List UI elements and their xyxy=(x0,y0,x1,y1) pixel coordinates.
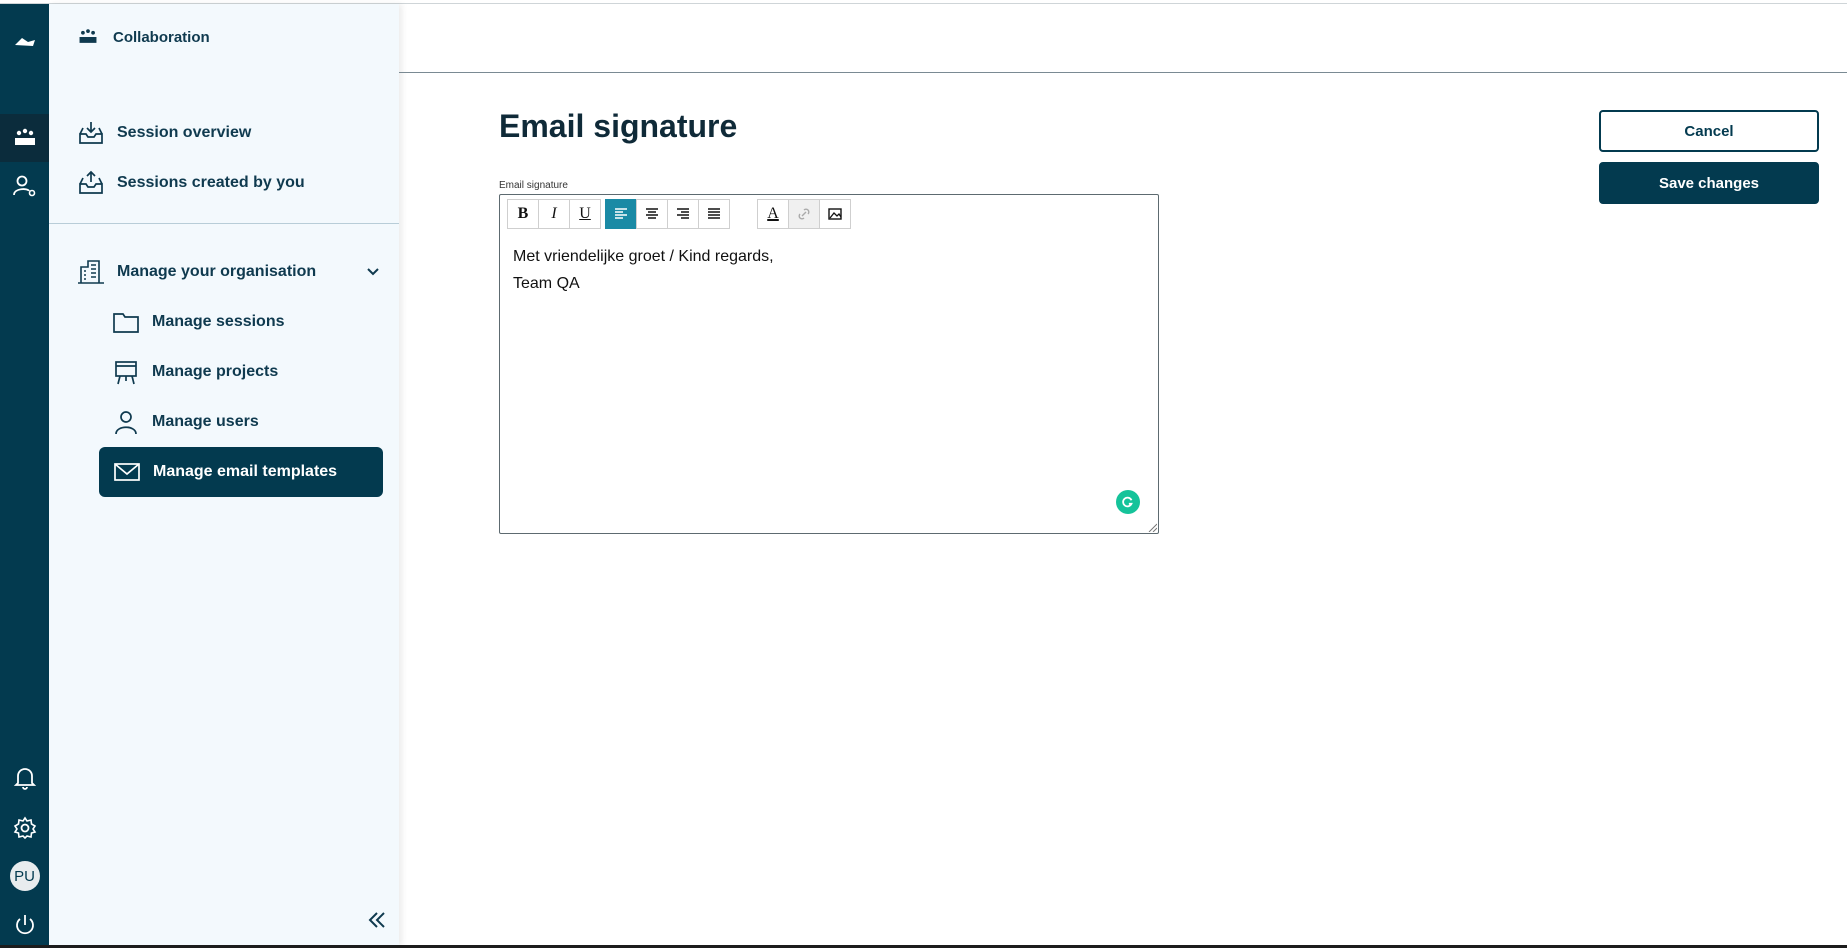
page-title: Email signature xyxy=(499,108,738,144)
rail-collaboration[interactable] xyxy=(0,114,49,162)
bold-button[interactable]: B xyxy=(507,199,539,229)
editor-toolbar: B I U A xyxy=(507,199,851,229)
inbox-download-icon xyxy=(77,119,105,147)
image-button[interactable] xyxy=(819,199,851,229)
rail-settings[interactable] xyxy=(0,804,49,852)
sidebar-divider xyxy=(49,223,399,224)
rail-notifications[interactable] xyxy=(0,754,49,802)
power-icon xyxy=(15,915,34,935)
sidebar-item-manage-sessions[interactable]: Manage sessions xyxy=(112,300,285,344)
easel-icon xyxy=(112,358,140,386)
align-justify-icon xyxy=(708,208,720,219)
align-justify-button[interactable] xyxy=(698,199,730,229)
collapse-sidebar-button[interactable] xyxy=(365,908,389,932)
rail-user-settings[interactable] xyxy=(0,162,49,210)
sidebar-item-label: Manage your organisation xyxy=(117,263,317,280)
align-right-button[interactable] xyxy=(667,199,699,229)
sidebar-item-session-overview[interactable]: Session overview xyxy=(77,111,251,155)
field-label: Email signature xyxy=(499,180,568,191)
inbox-upload-icon xyxy=(77,169,105,197)
align-center-button[interactable] xyxy=(636,199,668,229)
sidebar-item-label: Manage sessions xyxy=(152,313,285,330)
user-gear-icon xyxy=(12,175,35,197)
font-color-button[interactable]: A xyxy=(757,199,789,229)
italic-button[interactable]: I xyxy=(538,199,570,229)
avatar: PU xyxy=(9,861,40,891)
sidebar-item-sessions-created[interactable]: Sessions created by you xyxy=(77,161,305,205)
save-changes-button[interactable]: Save changes xyxy=(1599,162,1819,204)
editor-line: Met vriendelijke groet / Kind regards, xyxy=(513,248,774,265)
rail-logout[interactable] xyxy=(0,901,49,948)
collaboration-icon xyxy=(77,23,99,51)
align-center-icon xyxy=(646,208,658,219)
resize-handle-icon[interactable] xyxy=(1147,522,1157,532)
sidebar: Collaboration Session overview Sessions … xyxy=(49,4,399,946)
grammarly-icon[interactable] xyxy=(1116,490,1140,514)
chevron-down-icon[interactable] xyxy=(363,262,383,287)
sidebar-app-title[interactable]: Collaboration xyxy=(77,15,210,59)
topbar-divider xyxy=(399,72,1847,73)
image-icon xyxy=(828,208,842,220)
collaboration-icon xyxy=(14,128,35,145)
align-left-icon xyxy=(615,208,627,219)
editor-line: Team QA xyxy=(513,275,580,292)
folder-icon xyxy=(112,308,140,336)
sidebar-item-manage-organisation[interactable]: Manage your organisation xyxy=(77,250,383,294)
icon-rail: PU xyxy=(0,4,49,946)
sidebar-item-label: Sessions created by you xyxy=(117,174,305,191)
sidebar-item-manage-projects[interactable]: Manage projects xyxy=(112,350,278,394)
signature-editor[interactable]: B I U A Met vriendelijke groet / Kind re… xyxy=(499,194,1159,534)
double-chevron-left-icon xyxy=(368,912,385,928)
align-left-button[interactable] xyxy=(605,199,637,229)
underline-button[interactable]: U xyxy=(569,199,601,229)
bell-icon xyxy=(13,768,36,790)
user-icon xyxy=(112,408,140,436)
sidebar-item-label: Manage email templates xyxy=(153,463,338,480)
align-right-icon xyxy=(677,208,689,219)
building-icon xyxy=(77,258,105,286)
cancel-button[interactable]: Cancel xyxy=(1599,110,1819,152)
gear-icon xyxy=(13,816,36,840)
rail-profile[interactable]: PU xyxy=(0,852,49,900)
sidebar-item-label: Session overview xyxy=(117,124,252,141)
sidebar-item-label: Manage projects xyxy=(152,363,279,380)
sidebar-app-title-label: Collaboration xyxy=(113,28,210,46)
sidebar-item-manage-email-templates[interactable]: Manage email templates xyxy=(99,447,383,497)
sidebar-item-manage-users[interactable]: Manage users xyxy=(112,400,259,444)
logo-icon[interactable] xyxy=(0,18,49,66)
link-button[interactable] xyxy=(788,199,820,229)
envelope-icon xyxy=(113,458,141,486)
sidebar-item-label: Manage users xyxy=(152,413,259,430)
link-icon xyxy=(798,208,810,220)
editor-content[interactable]: Met vriendelijke groet / Kind regards, T… xyxy=(513,243,774,297)
cloud-logo-icon xyxy=(14,38,35,46)
